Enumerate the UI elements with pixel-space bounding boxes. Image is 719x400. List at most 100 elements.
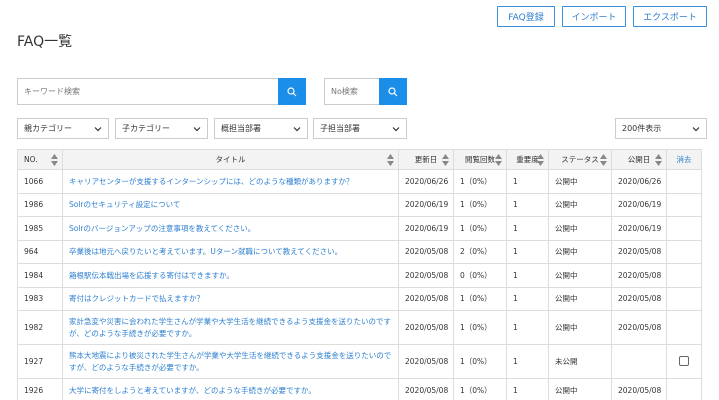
- column-header-label: NO.: [24, 155, 38, 164]
- column-header-no[interactable]: NO.: [17, 149, 63, 170]
- table-row[interactable]: 1982 家計急変や災害に会われた学生さんが学業や大学生活を継続できるよう支援金…: [17, 310, 702, 345]
- cell-title-link[interactable]: 熊本大地震により被災された学生さんが学業や大学生活を継続できるよう支援金を送りた…: [62, 344, 399, 379]
- cell-status: 公開中: [548, 378, 612, 400]
- chevron-down-icon: [193, 127, 201, 132]
- cell-priority: 1: [506, 263, 549, 288]
- cell-no: 1927: [17, 344, 63, 379]
- no-search-input[interactable]: [324, 78, 379, 105]
- cell-status: 公開中: [548, 310, 612, 345]
- sort-icon: [51, 154, 58, 166]
- cell-title-link[interactable]: Solrのバージョンアップの注意事項を教えてください。: [62, 216, 399, 241]
- child-category-label: 子カテゴリー: [122, 124, 170, 133]
- cell-status: 公開中: [548, 216, 612, 241]
- table-row[interactable]: 1066 キャリアセンターが支援するインターンシップには、どのような種類がありま…: [17, 169, 702, 194]
- cell-published: 2020/05/08: [611, 310, 667, 345]
- cell-title-link[interactable]: 箱根駅伝本戦出場を応援する寄付はできますか。: [62, 263, 399, 288]
- table-row[interactable]: 1984 箱根駅伝本戦出場を応援する寄付はできますか。 2020/05/08 0…: [17, 263, 702, 288]
- column-header-label: ステータス: [561, 155, 599, 164]
- cell-title-link[interactable]: 卒業後は地元へ戻りたいと考えています。Uターン就職について教えてください。: [62, 239, 399, 264]
- cell-title-link[interactable]: Solrのセキュリティ設定について: [62, 192, 399, 217]
- table-row[interactable]: 1986 Solrのセキュリティ設定について 2020/06/19 1（0%） …: [17, 192, 702, 217]
- chevron-down-icon: [392, 127, 400, 132]
- parent-category-select[interactable]: 親カテゴリー: [17, 118, 109, 139]
- column-header-label: タイトル: [215, 155, 246, 164]
- sort-icon: [537, 154, 544, 166]
- column-header-updated[interactable]: 更新日: [398, 149, 454, 170]
- table-row[interactable]: 1927 熊本大地震により被災された学生さんが学業や大学生活を継続できるよう支援…: [17, 344, 702, 379]
- parent-category-label: 親カテゴリー: [24, 124, 72, 133]
- clear-link[interactable]: 消去: [677, 155, 692, 164]
- cell-title-link[interactable]: 大学に寄付をしようと考えていますが、どのような手続きが必要ですか。: [62, 378, 399, 400]
- cell-status: 公開中: [548, 239, 612, 264]
- cell-no: 964: [17, 239, 63, 264]
- cell-updated: 2020/06/19: [398, 216, 454, 241]
- child-category-select[interactable]: 子カテゴリー: [115, 118, 208, 139]
- cell-updated: 2020/05/08: [398, 263, 454, 288]
- sort-icon: [495, 154, 502, 166]
- cell-clear: [666, 310, 702, 345]
- per-page-label: 200件表示: [622, 124, 662, 133]
- cell-updated: 2020/06/26: [398, 169, 454, 194]
- cell-views: 1（0%）: [453, 310, 507, 345]
- search-icon: [388, 86, 398, 96]
- table-row[interactable]: 964 卒業後は地元へ戻りたいと考えています。Uターン就職について教えてください…: [17, 239, 702, 264]
- column-header-label: 公開日: [627, 155, 651, 164]
- export-button[interactable]: エクスポート: [633, 6, 707, 27]
- no-search-button[interactable]: [379, 78, 407, 105]
- cell-status: 公開中: [548, 169, 612, 194]
- column-header-priority[interactable]: 重要度: [506, 149, 549, 170]
- cell-status: 公開中: [548, 192, 612, 217]
- cell-published: 2020/05/08: [611, 286, 667, 311]
- cell-updated: 2020/05/08: [398, 286, 454, 311]
- sort-icon: [600, 154, 607, 166]
- cell-clear: [666, 286, 702, 311]
- cell-priority: 1: [506, 378, 549, 400]
- column-header-status[interactable]: ステータス: [548, 149, 612, 170]
- cell-priority: 1: [506, 344, 549, 379]
- cell-priority: 1: [506, 310, 549, 345]
- cell-priority: 1: [506, 169, 549, 194]
- cell-no: 1984: [17, 263, 63, 288]
- cell-priority: 1: [506, 286, 549, 311]
- cell-no: 1982: [17, 310, 63, 345]
- main-department-select[interactable]: 概担当部署: [214, 118, 308, 139]
- table-row[interactable]: 1985 Solrのバージョンアップの注意事項を教えてください。 2020/06…: [17, 216, 702, 241]
- cell-views: 1（0%）: [453, 169, 507, 194]
- delete-checkbox[interactable]: [679, 355, 689, 366]
- cell-clear: [666, 169, 702, 194]
- cell-status: 未公開: [548, 344, 612, 379]
- table-row[interactable]: 1983 寄付はクレジットカードで払えますか？ 2020/05/08 1（0%）…: [17, 286, 702, 311]
- cell-published: [611, 344, 667, 379]
- cell-views: 1（0%）: [453, 344, 507, 379]
- keyword-search-button[interactable]: [278, 78, 306, 105]
- faq-register-button[interactable]: FAQ登録: [497, 6, 555, 27]
- cell-priority: 1: [506, 192, 549, 217]
- cell-views: 1（0%）: [453, 216, 507, 241]
- page-title: FAQ一覧: [17, 34, 73, 50]
- cell-published: 2020/06/26: [611, 169, 667, 194]
- cell-no: 1926: [17, 378, 63, 400]
- sort-icon: [442, 154, 449, 166]
- cell-title-link[interactable]: 寄付はクレジットカードで払えますか？: [62, 286, 399, 311]
- cell-title-link[interactable]: 家計急変や災害に会われた学生さんが学業や大学生活を継続できるよう支援金を送りたい…: [62, 310, 399, 345]
- cell-title-link[interactable]: キャリアセンターが支援するインターンシップには、どのような種類がありますか？: [62, 169, 399, 194]
- cell-published: 2020/05/08: [611, 263, 667, 288]
- cell-published: 2020/06/19: [611, 192, 667, 217]
- cell-updated: 2020/06/19: [398, 192, 454, 217]
- cell-published: 2020/05/08: [611, 378, 667, 400]
- column-header-clear[interactable]: 消去: [666, 149, 702, 170]
- import-button[interactable]: インポート: [562, 6, 626, 27]
- sub-department-select[interactable]: 子担当部署: [313, 118, 407, 139]
- cell-published: 2020/06/19: [611, 216, 667, 241]
- per-page-select[interactable]: 200件表示: [615, 118, 707, 139]
- table-row[interactable]: 1926 大学に寄付をしようと考えていますが、どのような手続きが必要ですか。 2…: [17, 378, 702, 400]
- cell-updated: 2020/05/08: [398, 378, 454, 400]
- column-header-title[interactable]: タイトル: [62, 149, 399, 170]
- cell-views: 1（0%）: [453, 286, 507, 311]
- column-header-views[interactable]: 閲覧回数: [453, 149, 507, 170]
- column-header-label: 重要度: [516, 155, 539, 164]
- column-header-published[interactable]: 公開日: [611, 149, 667, 170]
- cell-clear: [666, 263, 702, 288]
- cell-views: 0（0%）: [453, 263, 507, 288]
- keyword-search-input[interactable]: [17, 78, 278, 105]
